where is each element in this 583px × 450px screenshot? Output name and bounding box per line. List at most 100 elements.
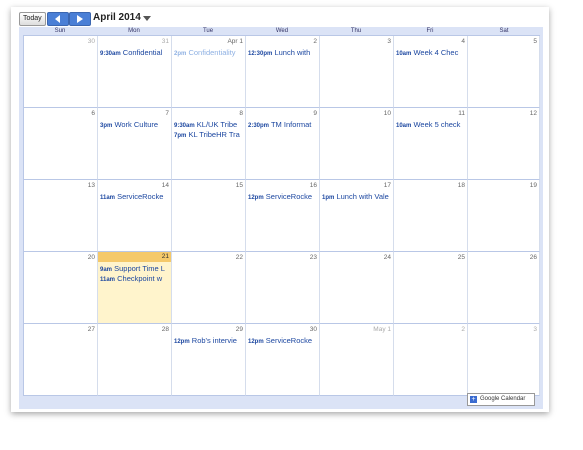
- day-cell[interactable]: 14 11am ServiceRocke: [98, 180, 172, 252]
- day-number[interactable]: 22: [236, 253, 243, 262]
- calendar-event[interactable]: 12:30pm Lunch with: [248, 48, 318, 59]
- day-cell[interactable]: 4 10am Week 4 Chec: [394, 36, 468, 108]
- day-cell[interactable]: 22: [172, 252, 246, 324]
- calendar-event[interactable]: 11am Checkpoint w: [100, 274, 170, 285]
- day-cell[interactable]: 29 12pm Rob's intervie: [172, 324, 246, 396]
- calendar-event[interactable]: 7pm KL TribeHR Tra: [174, 130, 244, 141]
- month-title: April 2014: [93, 12, 141, 23]
- day-cell[interactable]: 6: [24, 108, 98, 180]
- day-cell[interactable]: 19: [468, 180, 540, 252]
- day-cell[interactable]: 11 10am Week 5 check: [394, 108, 468, 180]
- day-number[interactable]: 4: [461, 37, 465, 46]
- day-cell[interactable]: 9 2:30pm TM Informat: [246, 108, 320, 180]
- event-time: 9:30am: [174, 123, 195, 129]
- day-number[interactable]: 26: [530, 253, 537, 262]
- calendar-event[interactable]: 3pm Work Culture: [100, 120, 170, 131]
- day-cell[interactable]: 20: [24, 252, 98, 324]
- day-cell[interactable]: 16 12pm ServiceRocke: [246, 180, 320, 252]
- day-cell[interactable]: 3: [468, 324, 540, 396]
- day-number[interactable]: 16: [310, 181, 317, 190]
- day-number[interactable]: 23: [310, 253, 317, 262]
- day-number[interactable]: 21: [98, 252, 171, 262]
- calendar-event[interactable]: 12pm ServiceRocke: [248, 336, 318, 347]
- day-cell[interactable]: 24: [320, 252, 394, 324]
- day-cell[interactable]: 23: [246, 252, 320, 324]
- event-time: 10am: [396, 123, 412, 129]
- day-cell[interactable]: 25: [394, 252, 468, 324]
- day-number[interactable]: 24: [384, 253, 391, 262]
- day-number[interactable]: 10: [384, 109, 391, 118]
- event-time: 2:30pm: [248, 123, 270, 129]
- event-time: 12pm: [248, 195, 264, 201]
- day-cell[interactable]: 30 12pm ServiceRocke: [246, 324, 320, 396]
- event-title: Confidentiality: [188, 48, 236, 57]
- day-number[interactable]: 30: [88, 37, 95, 46]
- day-number[interactable]: 29: [236, 325, 243, 334]
- day-number[interactable]: 13: [88, 181, 95, 190]
- day-cell[interactable]: 12: [468, 108, 540, 180]
- day-cell[interactable]: 2: [394, 324, 468, 396]
- day-cell[interactable]: 21 9am Support Time L 11am Checkpoint w: [98, 252, 172, 324]
- calendar-event[interactable]: 10am Week 4 Chec: [396, 48, 466, 59]
- day-number[interactable]: 17: [384, 181, 391, 190]
- calendar-event[interactable]: 2:30pm TM Informat: [248, 120, 318, 131]
- day-number[interactable]: Apr 1: [227, 37, 243, 46]
- day-number[interactable]: 19: [530, 181, 537, 190]
- day-number[interactable]: 2: [461, 325, 465, 334]
- calendar-event[interactable]: 12pm Rob's intervie: [174, 336, 244, 347]
- day-cell[interactable]: 10: [320, 108, 394, 180]
- chevron-down-icon[interactable]: [143, 16, 151, 21]
- today-button[interactable]: Today: [19, 12, 46, 26]
- day-cell[interactable]: 15: [172, 180, 246, 252]
- google-calendar-label: Google Calendar: [480, 396, 526, 402]
- day-number[interactable]: 3: [387, 37, 391, 46]
- day-cell[interactable]: May 1: [320, 324, 394, 396]
- day-number[interactable]: 30: [310, 325, 317, 334]
- day-number[interactable]: 18: [458, 181, 465, 190]
- prev-month-button[interactable]: [47, 12, 69, 26]
- day-cell[interactable]: 7 3pm Work Culture: [98, 108, 172, 180]
- day-cell[interactable]: 13: [24, 180, 98, 252]
- calendar-event[interactable]: 1pm Lunch with Vale: [322, 192, 392, 203]
- day-number[interactable]: 14: [162, 181, 169, 190]
- day-number[interactable]: 12: [530, 109, 537, 118]
- day-cell[interactable]: 18: [394, 180, 468, 252]
- day-cell[interactable]: 2 12:30pm Lunch with: [246, 36, 320, 108]
- day-number[interactable]: 2: [313, 37, 317, 46]
- day-number[interactable]: 3: [533, 325, 537, 334]
- day-cell[interactable]: 3: [320, 36, 394, 108]
- day-cell[interactable]: 8 9:30am KL/UK Tribe 7pm KL TribeHR Tra: [172, 108, 246, 180]
- event-time: 1pm: [322, 195, 335, 201]
- calendar-event[interactable]: 2pm Confidentiality: [174, 48, 244, 59]
- day-number[interactable]: May 1: [373, 325, 391, 334]
- day-cell[interactable]: 31 9:30am Confidential: [98, 36, 172, 108]
- day-number[interactable]: 6: [91, 109, 95, 118]
- event-time: 9am: [100, 267, 113, 273]
- calendar-event[interactable]: 10am Week 5 check: [396, 120, 466, 131]
- next-month-button[interactable]: [69, 12, 91, 26]
- day-number[interactable]: 11: [458, 109, 465, 118]
- calendar-event[interactable]: 12pm ServiceRocke: [248, 192, 318, 203]
- plus-icon: +: [470, 396, 477, 403]
- day-number[interactable]: 7: [165, 109, 169, 118]
- day-number[interactable]: 9: [313, 109, 317, 118]
- day-number[interactable]: 8: [239, 109, 243, 118]
- day-cell[interactable]: 28: [98, 324, 172, 396]
- calendar-event[interactable]: 9:30am Confidential: [100, 48, 170, 59]
- day-cell[interactable]: 27: [24, 324, 98, 396]
- day-number[interactable]: 27: [88, 325, 95, 334]
- day-number[interactable]: 15: [236, 181, 243, 190]
- day-cell[interactable]: 17 1pm Lunch with Vale: [320, 180, 394, 252]
- day-number[interactable]: 28: [162, 325, 169, 334]
- google-calendar-badge[interactable]: + Google Calendar: [467, 393, 535, 406]
- calendar-event[interactable]: 11am ServiceRocke: [100, 192, 170, 203]
- event-time: 9:30am: [100, 51, 121, 57]
- day-number[interactable]: 31: [162, 37, 169, 46]
- day-number[interactable]: 20: [88, 253, 95, 262]
- day-number[interactable]: 25: [458, 253, 465, 262]
- day-cell[interactable]: 30: [24, 36, 98, 108]
- day-cell[interactable]: Apr 1 2pm Confidentiality: [172, 36, 246, 108]
- day-number[interactable]: 5: [533, 37, 537, 46]
- day-cell[interactable]: 26: [468, 252, 540, 324]
- day-cell[interactable]: 5: [468, 36, 540, 108]
